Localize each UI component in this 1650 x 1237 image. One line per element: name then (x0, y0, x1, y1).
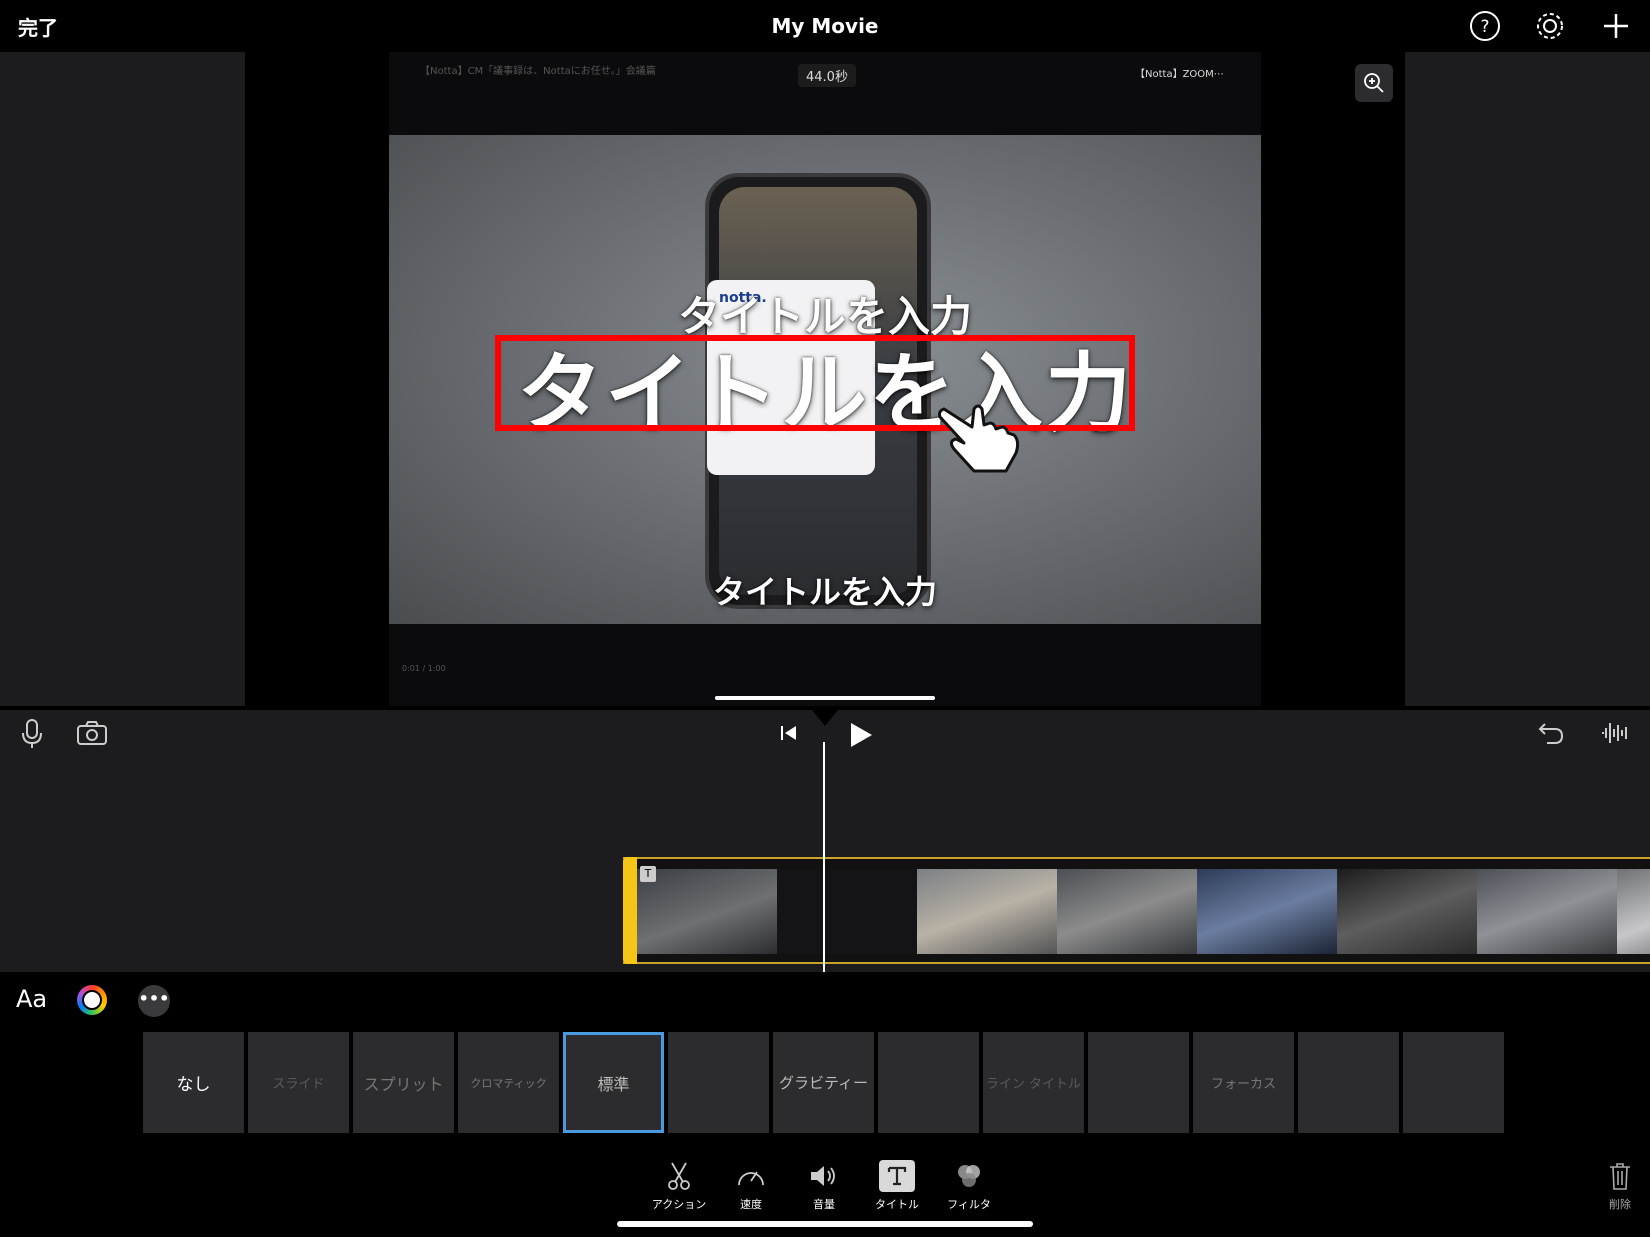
highlight-box (495, 335, 1135, 431)
title-icon (879, 1160, 915, 1192)
play-icon[interactable] (848, 721, 874, 753)
title-style-slide[interactable]: スライド (248, 1032, 349, 1133)
action-label: アクション (651, 1198, 707, 1211)
clip-thumbnail (777, 869, 918, 954)
undo-icon[interactable] (1537, 720, 1565, 750)
title-style-tile[interactable] (668, 1032, 769, 1133)
clip-thumbnail (1197, 869, 1338, 954)
more-options-button[interactable]: ••• (138, 985, 170, 1017)
title-style-none[interactable]: なし (143, 1032, 244, 1133)
title-styles-strip: なし スライド スプリット クロマティック 標準 グラビティー ライン タイトル… (143, 1032, 1509, 1133)
video-clip[interactable] (623, 857, 1650, 964)
viewer-right-panel (1405, 52, 1650, 706)
duration-badge: 44.0秒 (798, 64, 856, 87)
filter-label: フィルタ (947, 1198, 991, 1211)
title-style-gravity[interactable]: グラビティー (773, 1032, 874, 1133)
audio-waveform-icon[interactable] (1600, 720, 1630, 750)
camera-icon[interactable] (76, 720, 108, 750)
playhead-marker (812, 710, 838, 726)
time-readout: 0:01 / 1:00 (402, 664, 446, 673)
svg-text:?: ? (1480, 17, 1489, 37)
clip-title-badge: T (640, 866, 656, 882)
title-label: タイトル (875, 1198, 919, 1211)
viewer-resize-handle[interactable] (715, 696, 935, 700)
clip-thumbnail (1617, 869, 1650, 954)
microphone-icon[interactable] (20, 718, 44, 754)
help-icon[interactable]: ? (1469, 10, 1501, 42)
home-indicator (617, 1221, 1033, 1227)
add-icon[interactable] (1600, 10, 1632, 42)
color-wheel-icon[interactable] (77, 985, 107, 1015)
pointer-hand-icon (934, 397, 1024, 481)
trash-icon (1588, 1160, 1650, 1192)
project-title: My Movie (771, 14, 879, 38)
font-button[interactable]: Aa (16, 985, 47, 1013)
playhead[interactable] (823, 742, 825, 972)
clip-thumbnail (1057, 869, 1198, 954)
channel-chip: 【Notta】ZOOM⋯ (1135, 69, 1224, 80)
volume-label: 音量 (813, 1198, 835, 1211)
title-style-focus[interactable]: フォーカス (1193, 1032, 1294, 1133)
clip-thumbnail (637, 869, 778, 954)
clip-thumbnail (1337, 869, 1478, 954)
clip-trim-handle[interactable] (623, 857, 637, 964)
scissors-icon (647, 1160, 711, 1192)
delete-label: 削除 (1609, 1198, 1631, 1211)
delete-tool[interactable]: 削除 (1588, 1160, 1650, 1212)
title-tool[interactable]: タイトル (865, 1160, 929, 1212)
source-video-title: 【Notta】CM「議事録は、Nottaにお任せ。」会議篇 (420, 66, 656, 77)
title-style-split[interactable]: スプリット (353, 1032, 454, 1133)
title-style-standard[interactable]: 標準 (563, 1032, 664, 1133)
speed-label: 速度 (740, 1198, 762, 1211)
speaker-icon (792, 1160, 856, 1192)
filter-tool[interactable]: フィルタ (937, 1160, 1001, 1212)
speedometer-icon (719, 1160, 783, 1192)
speed-tool[interactable]: 速度 (719, 1160, 783, 1212)
viewer-left-panel (0, 52, 245, 706)
clip-thumbnail (1477, 869, 1618, 954)
title-style-tile[interactable] (1403, 1032, 1504, 1133)
settings-icon[interactable] (1534, 10, 1566, 42)
action-tool[interactable]: アクション (647, 1160, 711, 1212)
title-style-tile[interactable] (878, 1032, 979, 1133)
style-controls (0, 972, 1650, 1032)
title-style-chromatic[interactable]: クロマティック (458, 1032, 559, 1133)
skip-to-start-icon[interactable] (779, 723, 799, 747)
zoom-icon[interactable] (1355, 64, 1393, 102)
title-style-tile[interactable] (1298, 1032, 1399, 1133)
filter-icon (937, 1160, 1001, 1192)
overlay-title-bottom: タイトルを入力 (712, 573, 937, 611)
video-preview[interactable]: notta. タイトルを入力 タイトルを入力 タイトルを入力 (389, 135, 1261, 624)
volume-tool[interactable]: 音量 (792, 1160, 856, 1212)
title-style-line-title[interactable]: ライン タイトル (983, 1032, 1084, 1133)
clip-thumbnail (917, 869, 1058, 954)
title-style-tile[interactable] (1088, 1032, 1189, 1133)
